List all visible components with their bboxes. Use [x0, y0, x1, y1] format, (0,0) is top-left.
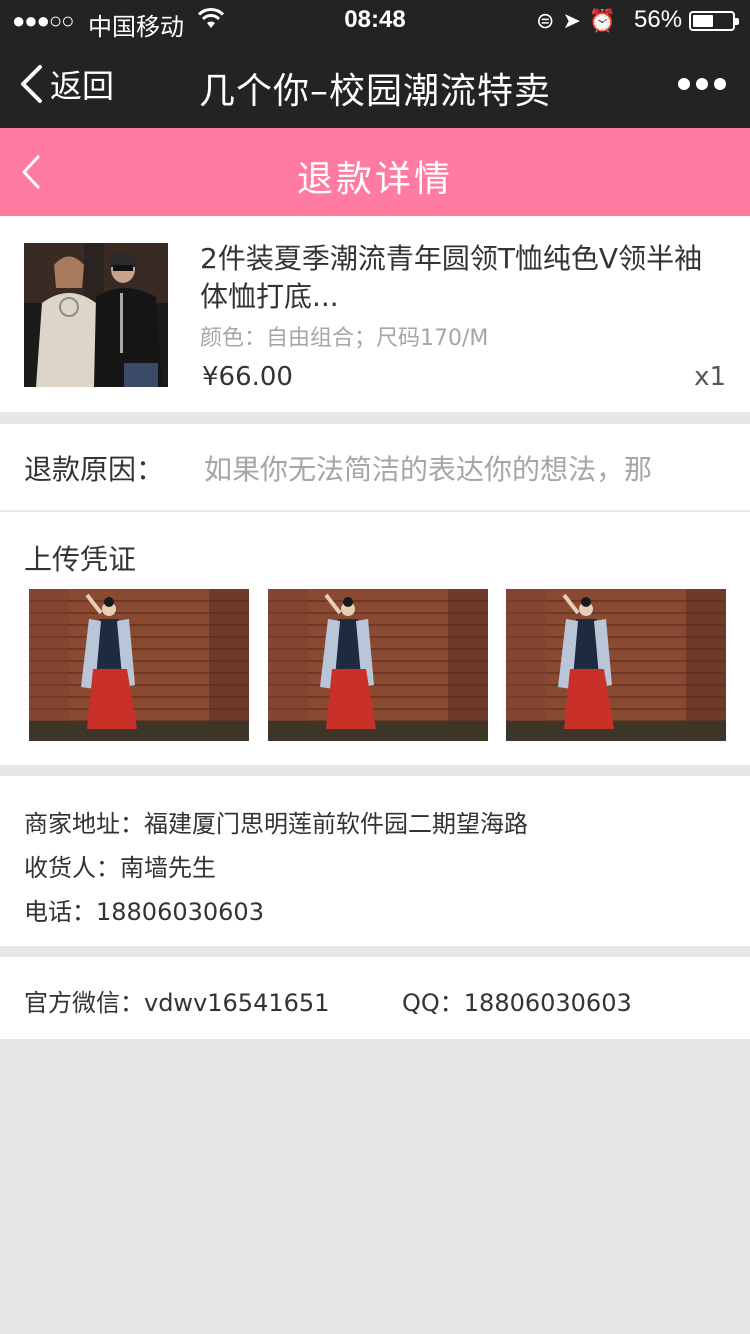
upload-proof-section: 上传凭证	[0, 512, 750, 765]
more-menu-button[interactable]	[676, 68, 726, 100]
official-qq: QQ：18806030603	[402, 989, 632, 1017]
contact-section: 官方微信：vdwv16541651 QQ：18806030603	[0, 957, 750, 1039]
status-icons: ⊜➤⏰	[536, 8, 624, 34]
product-spec: 颜色：自由组合；尺码170/M	[200, 326, 489, 351]
product-price: ¥66.00	[202, 362, 293, 392]
merchant-address: 商家地址：福建厦门思明莲前软件园二期望海路	[24, 810, 528, 838]
refund-reason-text: 如果你无法简洁的表达你的想法，那	[204, 453, 653, 486]
status-bar: ●●●○○ 中国移动 08:48 ⊜➤⏰ 56%	[0, 0, 750, 41]
merchant-address-section: 商家地址：福建厦门思明莲前软件园二期望海路 收货人：南墙先生 电话：188060…	[0, 776, 750, 946]
merchant-phone: 电话：18806030603	[24, 898, 264, 926]
page-header: 退款详情	[0, 128, 750, 216]
battery-fill	[693, 15, 713, 27]
refund-reason-label: 退款原因：	[24, 453, 165, 486]
alarm-icon: ⏰	[588, 8, 625, 33]
dot-icon	[678, 78, 690, 90]
proof-image[interactable]	[29, 589, 249, 741]
proof-image[interactable]	[506, 589, 726, 741]
rotation-lock-icon: ⊜	[536, 8, 563, 33]
nav-bar: 返回 几个你–校园潮流特卖	[0, 40, 750, 128]
dot-icon	[714, 78, 726, 90]
battery-icon	[689, 11, 739, 31]
nav-title: 几个你–校园潮流特卖	[198, 71, 551, 112]
receiver-name: 收货人：南墙先生	[24, 854, 216, 882]
product-image	[24, 243, 168, 387]
refund-reason-row: 退款原因： 如果你无法简洁的表达你的想法，那	[0, 424, 750, 510]
product-name: 2件装夏季潮流青年圆领T恤纯色V领半袖体恤打底...	[200, 242, 703, 313]
upload-proof-title: 上传凭证	[24, 543, 137, 576]
official-wechat: 官方微信：vdwv16541651	[24, 989, 330, 1017]
dot-icon	[696, 78, 708, 90]
product-quantity: x1	[694, 362, 726, 392]
location-icon: ➤	[562, 8, 589, 33]
page-title: 退款详情	[296, 159, 453, 200]
battery-nub	[735, 18, 739, 25]
product-card[interactable]: 2件装夏季潮流青年圆领T恤纯色V领半袖体恤打底... 颜色：自由组合；尺码170…	[0, 216, 750, 412]
proof-image[interactable]	[268, 589, 488, 741]
battery-percent: 56%	[634, 6, 683, 33]
